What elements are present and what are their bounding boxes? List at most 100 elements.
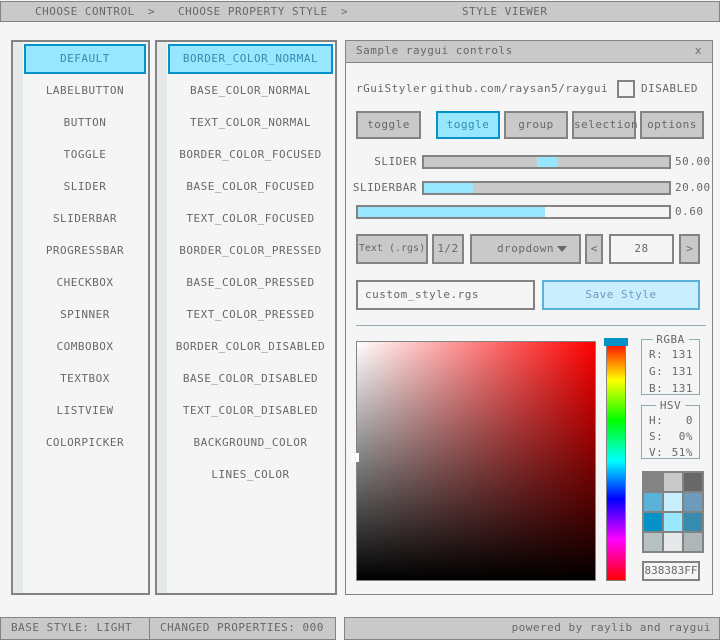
list-item-lines-color[interactable]: LINES_COLOR — [168, 460, 333, 490]
dropdown-combobox[interactable]: dropdown — [470, 234, 581, 264]
list-item-toggle[interactable]: TOGGLE — [24, 140, 146, 170]
progressbar-value: 0.60 — [675, 203, 704, 221]
list-item-text-color-normal[interactable]: TEXT_COLOR_NORMAL — [168, 108, 333, 138]
list-item-border-color-focused[interactable]: BORDER_COLOR_FOCUSED — [168, 140, 333, 170]
rgba-value-b: 131 — [672, 380, 693, 398]
properties-listview: BORDER_COLOR_NORMAL BASE_COLOR_NORMAL TE… — [155, 40, 337, 595]
palette-swatch-border-normal[interactable] — [644, 473, 662, 491]
app-name-label: rGuiStyler — [356, 80, 427, 98]
list-item-border-color-normal[interactable]: BORDER_COLOR_NORMAL — [168, 44, 333, 74]
rgba-groupbox-title: RGBA — [652, 333, 689, 346]
style-color-palette — [642, 471, 704, 553]
palette-swatch-text-disabled[interactable] — [684, 533, 702, 551]
sliderbar-value: 20.00 — [675, 179, 711, 197]
rgba-row-r: R:131 — [649, 346, 693, 364]
list-item-border-color-pressed[interactable]: BORDER_COLOR_PRESSED — [168, 236, 333, 266]
hsv-groupbox-title: HSV — [656, 399, 685, 412]
list-item-base-color-focused[interactable]: BASE_COLOR_FOCUSED — [168, 172, 333, 202]
list-item-base-color-pressed[interactable]: BASE_COLOR_PRESSED — [168, 268, 333, 298]
sliderbar-fill — [424, 183, 473, 193]
progressbar — [356, 205, 671, 219]
list-item-progressbar[interactable]: PROGRESSBAR — [24, 236, 146, 266]
list-item-base-color-normal[interactable]: BASE_COLOR_NORMAL — [168, 76, 333, 106]
palette-swatch-border-focused[interactable] — [644, 493, 662, 511]
palette-swatch-text-pressed[interactable] — [684, 513, 702, 531]
list-item-text-color-pressed[interactable]: TEXT_COLOR_PRESSED — [168, 300, 333, 330]
list-item-textbox[interactable]: TEXTBOX — [24, 364, 146, 394]
filename-input[interactable]: custom_style.rgs — [356, 280, 535, 310]
repo-link[interactable]: github.com/raysan5/raygui — [430, 80, 608, 98]
controls-listview: DEFAULT LABELBUTTON BUTTON TOGGLE SLIDER… — [11, 40, 150, 595]
palette-swatch-base-normal[interactable] — [664, 473, 682, 491]
rgba-row-b: B:131 — [649, 380, 693, 398]
hsv-row-v: V:51% — [649, 444, 693, 462]
palette-swatch-border-pressed[interactable] — [644, 513, 662, 531]
breadcrumb-choose-property-style: CHOOSE PROPERTY STYLE — [178, 2, 328, 21]
text-rgs-button[interactable]: Text (.rgs) — [356, 234, 428, 264]
color-panel-cursor[interactable] — [356, 453, 359, 462]
color-panel-cursor[interactable] — [351, 453, 354, 462]
window-titlebar[interactable]: Sample raygui controls x — [346, 41, 712, 63]
spinner-value-box[interactable]: 28 — [609, 234, 674, 264]
list-item-listview[interactable]: LISTVIEW — [24, 396, 146, 426]
breadcrumb-bar: CHOOSE CONTROL > CHOOSE PROPERTY STYLE >… — [0, 1, 720, 22]
list-item-background-color[interactable]: BACKGROUND_COLOR — [168, 428, 333, 458]
palette-swatch-border-disabled[interactable] — [644, 533, 662, 551]
spinner-decrement-button[interactable]: < — [585, 234, 603, 264]
chevron-right-icon: > — [148, 2, 155, 21]
rgba-value-r: 131 — [672, 346, 693, 364]
palette-swatch-text-focused[interactable] — [684, 493, 702, 511]
statusbar-changed-properties: CHANGED PROPERTIES: 000 — [149, 617, 336, 640]
palette-swatch-base-disabled[interactable] — [664, 533, 682, 551]
rgba-row-g: G:131 — [649, 363, 693, 381]
half-button[interactable]: 1/2 — [432, 234, 464, 264]
list-item-combobox[interactable]: COMBOBOX — [24, 332, 146, 362]
palette-swatch-base-pressed[interactable] — [664, 513, 682, 531]
list-item-slider[interactable]: SLIDER — [24, 172, 146, 202]
hsv-value-v: 51% — [672, 444, 693, 462]
listview-scrollbar[interactable] — [13, 42, 23, 593]
rgba-groupbox: RGBA R:131 G:131 B:131 — [641, 339, 700, 395]
breadcrumb-choose-control: CHOOSE CONTROL — [35, 2, 135, 21]
dropdown-selected-value: dropdown — [497, 242, 554, 255]
list-item-labelbutton[interactable]: LABELBUTTON — [24, 76, 146, 106]
chevron-right-icon: > — [341, 2, 348, 21]
listview-scrollbar[interactable] — [157, 42, 167, 593]
toggle-group-item-selection[interactable]: selection — [572, 111, 636, 139]
list-item-text-color-disabled[interactable]: TEXT_COLOR_DISABLED — [168, 396, 333, 426]
hsv-groupbox: HSV H:0 S:0% V:51% — [641, 405, 700, 459]
list-item-base-color-disabled[interactable]: BASE_COLOR_DISABLED — [168, 364, 333, 394]
hex-color-value-box[interactable]: 838383FF — [642, 561, 700, 581]
chevron-down-icon — [557, 246, 567, 252]
save-style-button[interactable]: Save Style — [542, 280, 700, 310]
separator-line — [356, 325, 706, 326]
rguistyler-app: CHOOSE CONTROL > CHOOSE PROPERTY STYLE >… — [0, 0, 720, 640]
window-title: Sample raygui controls — [356, 41, 513, 61]
list-item-text-color-focused[interactable]: TEXT_COLOR_FOCUSED — [168, 204, 333, 234]
statusbar-credits: powered by raylib and raygui — [344, 617, 720, 640]
toggle-button[interactable]: toggle — [356, 111, 421, 139]
list-item-default[interactable]: DEFAULT — [24, 44, 146, 74]
toggle-group-item-group[interactable]: group — [504, 111, 568, 139]
list-item-border-color-disabled[interactable]: BORDER_COLOR_DISABLED — [168, 332, 333, 362]
disabled-checkbox[interactable] — [617, 80, 635, 98]
list-item-spinner[interactable]: SPINNER — [24, 300, 146, 330]
color-panel[interactable] — [356, 341, 596, 581]
slider-value: 50.00 — [675, 153, 711, 171]
close-icon[interactable]: x — [695, 41, 702, 61]
slider-handle[interactable] — [537, 157, 557, 167]
list-item-checkbox[interactable]: CHECKBOX — [24, 268, 146, 298]
toggle-group-item-toggle[interactable]: toggle — [436, 111, 500, 139]
list-item-button[interactable]: BUTTON — [24, 108, 146, 138]
hue-bar-selector[interactable] — [604, 338, 628, 346]
toggle-group-item-options[interactable]: options — [640, 111, 704, 139]
sliderbar[interactable] — [422, 181, 671, 195]
palette-swatch-text-normal[interactable] — [684, 473, 702, 491]
list-item-colorpicker[interactable]: COLORPICKER — [24, 428, 146, 458]
disabled-checkbox-label: DISABLED — [641, 80, 698, 98]
spinner-increment-button[interactable]: > — [679, 234, 700, 264]
palette-swatch-base-focused[interactable] — [664, 493, 682, 511]
list-item-sliderbar[interactable]: SLIDERBAR — [24, 204, 146, 234]
slider[interactable] — [422, 155, 671, 169]
hue-bar[interactable] — [606, 341, 626, 581]
